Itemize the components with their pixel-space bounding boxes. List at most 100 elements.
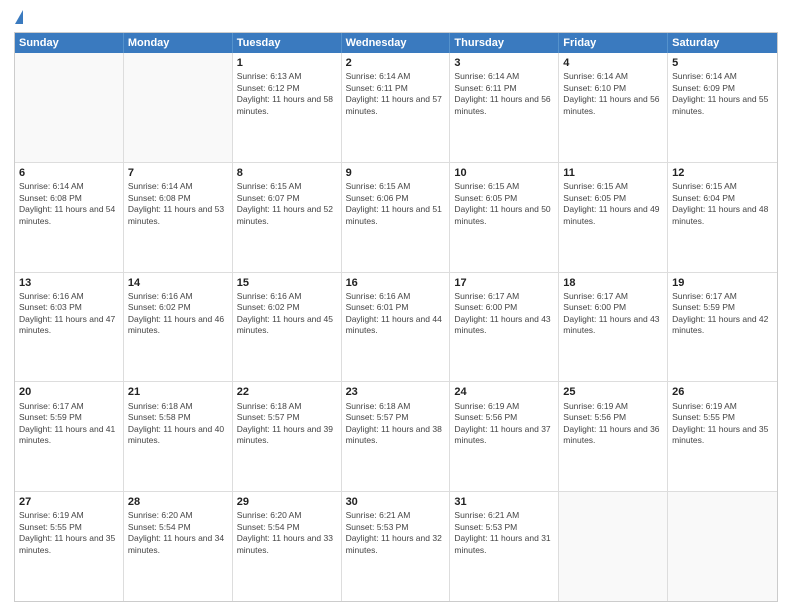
cell-info: Sunrise: 6:14 AM Sunset: 6:10 PM Dayligh… xyxy=(563,71,663,117)
calendar-cell: 16Sunrise: 6:16 AM Sunset: 6:01 PM Dayli… xyxy=(342,273,451,382)
day-number: 11 xyxy=(563,166,663,180)
day-number: 6 xyxy=(19,166,119,180)
calendar-cell: 17Sunrise: 6:17 AM Sunset: 6:00 PM Dayli… xyxy=(450,273,559,382)
calendar-cell: 14Sunrise: 6:16 AM Sunset: 6:02 PM Dayli… xyxy=(124,273,233,382)
day-number: 19 xyxy=(672,276,773,290)
day-number: 24 xyxy=(454,385,554,399)
calendar-week-row: 27Sunrise: 6:19 AM Sunset: 5:55 PM Dayli… xyxy=(15,492,777,601)
cell-info: Sunrise: 6:15 AM Sunset: 6:07 PM Dayligh… xyxy=(237,181,337,227)
calendar-cell: 3Sunrise: 6:14 AM Sunset: 6:11 PM Daylig… xyxy=(450,53,559,162)
calendar-header-cell: Monday xyxy=(124,33,233,53)
calendar-cell: 2Sunrise: 6:14 AM Sunset: 6:11 PM Daylig… xyxy=(342,53,451,162)
calendar-cell: 20 Sunrise: 6:17 AM Sunset: 5:59 PM Dayli… xyxy=(15,382,124,491)
calendar-cell: 24 Sunrise: 6:19 AM Sunset: 5:56 PM Dayli… xyxy=(450,382,559,491)
cell-info: Sunrise: 6:14 AM Sunset: 6:08 PM Dayligh… xyxy=(128,181,228,227)
calendar-cell: 8Sunrise: 6:15 AM Sunset: 6:07 PM Daylig… xyxy=(233,163,342,272)
header xyxy=(14,10,778,26)
calendar-cell: 9Sunrise: 6:15 AM Sunset: 6:06 PM Daylig… xyxy=(342,163,451,272)
calendar-cell: 22 Sunrise: 6:18 AM Sunset: 5:57 PM Dayli… xyxy=(233,382,342,491)
calendar-cell xyxy=(15,53,124,162)
day-number: 29 xyxy=(237,495,337,509)
day-number: 30 xyxy=(346,495,446,509)
cell-info: Sunrise: 6:16 AM Sunset: 6:02 PM Dayligh… xyxy=(237,291,337,337)
cell-info: Sunrise: 6:21 AM Sunset: 5:53 PM Dayligh… xyxy=(346,510,446,556)
cell-info: Sunrise: 6:14 AM Sunset: 6:09 PM Dayligh… xyxy=(672,71,773,117)
calendar-header: SundayMondayTuesdayWednesdayThursdayFrid… xyxy=(15,33,777,53)
calendar-cell xyxy=(124,53,233,162)
calendar-header-cell: Friday xyxy=(559,33,668,53)
cell-info: Sunrise: 6:18 AM Sunset: 5:57 PM Dayligh… xyxy=(237,401,337,447)
calendar-cell: 13Sunrise: 6:16 AM Sunset: 6:03 PM Dayli… xyxy=(15,273,124,382)
cell-info: Sunrise: 6:16 AM Sunset: 6:01 PM Dayligh… xyxy=(346,291,446,337)
cell-info: Sunrise: 6:14 AM Sunset: 6:08 PM Dayligh… xyxy=(19,181,119,227)
cell-info: Sunrise: 6:15 AM Sunset: 6:05 PM Dayligh… xyxy=(563,181,663,227)
logo xyxy=(14,10,23,26)
calendar-week-row: 1Sunrise: 6:13 AM Sunset: 6:12 PM Daylig… xyxy=(15,53,777,163)
calendar-week-row: 6Sunrise: 6:14 AM Sunset: 6:08 PM Daylig… xyxy=(15,163,777,273)
day-number: 3 xyxy=(454,56,554,70)
day-number: 31 xyxy=(454,495,554,509)
calendar-cell: 10Sunrise: 6:15 AM Sunset: 6:05 PM Dayli… xyxy=(450,163,559,272)
cell-info: Sunrise: 6:19 AM Sunset: 5:55 PM Dayligh… xyxy=(672,401,773,447)
day-number: 17 xyxy=(454,276,554,290)
calendar-body: 1Sunrise: 6:13 AM Sunset: 6:12 PM Daylig… xyxy=(15,53,777,601)
day-number: 13 xyxy=(19,276,119,290)
calendar-header-cell: Thursday xyxy=(450,33,559,53)
cell-info: Sunrise: 6:17 AM Sunset: 6:00 PM Dayligh… xyxy=(563,291,663,337)
calendar-cell: 4Sunrise: 6:14 AM Sunset: 6:10 PM Daylig… xyxy=(559,53,668,162)
day-number: 25 xyxy=(563,385,663,399)
day-number: 4 xyxy=(563,56,663,70)
calendar-cell: 28Sunrise: 6:20 AM Sunset: 5:54 PM Dayli… xyxy=(124,492,233,601)
calendar-header-cell: Wednesday xyxy=(342,33,451,53)
page: SundayMondayTuesdayWednesdayThursdayFrid… xyxy=(0,0,792,612)
calendar-cell: 25 Sunrise: 6:19 AM Sunset: 5:56 PM Dayli… xyxy=(559,382,668,491)
cell-info: Sunrise: 6:15 AM Sunset: 6:04 PM Dayligh… xyxy=(672,181,773,227)
calendar-header-cell: Sunday xyxy=(15,33,124,53)
calendar-cell: 11Sunrise: 6:15 AM Sunset: 6:05 PM Dayli… xyxy=(559,163,668,272)
calendar-cell xyxy=(559,492,668,601)
day-number: 22 xyxy=(237,385,337,399)
calendar-cell: 7Sunrise: 6:14 AM Sunset: 6:08 PM Daylig… xyxy=(124,163,233,272)
calendar-cell: 21 Sunrise: 6:18 AM Sunset: 5:58 PM Dayli… xyxy=(124,382,233,491)
calendar-header-cell: Saturday xyxy=(668,33,777,53)
cell-info: Sunrise: 6:13 AM Sunset: 6:12 PM Dayligh… xyxy=(237,71,337,117)
cell-info: Sunrise: 6:15 AM Sunset: 6:06 PM Dayligh… xyxy=(346,181,446,227)
day-number: 2 xyxy=(346,56,446,70)
day-number: 7 xyxy=(128,166,228,180)
day-number: 20 xyxy=(19,385,119,399)
day-number: 9 xyxy=(346,166,446,180)
day-number: 8 xyxy=(237,166,337,180)
cell-info: Sunrise: 6:20 AM Sunset: 5:54 PM Dayligh… xyxy=(237,510,337,556)
cell-info: Sunrise: 6:14 AM Sunset: 6:11 PM Dayligh… xyxy=(346,71,446,117)
cell-info: Sunrise: 6:14 AM Sunset: 6:11 PM Dayligh… xyxy=(454,71,554,117)
day-number: 18 xyxy=(563,276,663,290)
calendar-header-cell: Tuesday xyxy=(233,33,342,53)
cell-info: Sunrise: 6:20 AM Sunset: 5:54 PM Dayligh… xyxy=(128,510,228,556)
cell-info: Sunrise: 6:15 AM Sunset: 6:05 PM Dayligh… xyxy=(454,181,554,227)
cell-info: Sunrise: 6:19 AM Sunset: 5:55 PM Dayligh… xyxy=(19,510,119,556)
cell-info: Sunrise: 6:17 AM Sunset: 5:59 PM Dayligh… xyxy=(19,401,119,447)
cell-info: Sunrise: 6:19 AM Sunset: 5:56 PM Dayligh… xyxy=(563,401,663,447)
calendar-cell: 1Sunrise: 6:13 AM Sunset: 6:12 PM Daylig… xyxy=(233,53,342,162)
calendar-cell: 12Sunrise: 6:15 AM Sunset: 6:04 PM Dayli… xyxy=(668,163,777,272)
calendar-cell: 27Sunrise: 6:19 AM Sunset: 5:55 PM Dayli… xyxy=(15,492,124,601)
calendar-cell: 6Sunrise: 6:14 AM Sunset: 6:08 PM Daylig… xyxy=(15,163,124,272)
day-number: 28 xyxy=(128,495,228,509)
calendar-cell: 23 Sunrise: 6:18 AM Sunset: 5:57 PM Dayli… xyxy=(342,382,451,491)
calendar-cell: 19Sunrise: 6:17 AM Sunset: 5:59 PM Dayli… xyxy=(668,273,777,382)
day-number: 15 xyxy=(237,276,337,290)
day-number: 21 xyxy=(128,385,228,399)
day-number: 12 xyxy=(672,166,773,180)
calendar-cell: 15Sunrise: 6:16 AM Sunset: 6:02 PM Dayli… xyxy=(233,273,342,382)
day-number: 5 xyxy=(672,56,773,70)
day-number: 1 xyxy=(237,56,337,70)
calendar-cell: 30Sunrise: 6:21 AM Sunset: 5:53 PM Dayli… xyxy=(342,492,451,601)
cell-info: Sunrise: 6:19 AM Sunset: 5:56 PM Dayligh… xyxy=(454,401,554,447)
cell-info: Sunrise: 6:18 AM Sunset: 5:57 PM Dayligh… xyxy=(346,401,446,447)
calendar-cell: 5Sunrise: 6:14 AM Sunset: 6:09 PM Daylig… xyxy=(668,53,777,162)
day-number: 10 xyxy=(454,166,554,180)
cell-info: Sunrise: 6:16 AM Sunset: 6:03 PM Dayligh… xyxy=(19,291,119,337)
day-number: 23 xyxy=(346,385,446,399)
calendar-week-row: 20 Sunrise: 6:17 AM Sunset: 5:59 PM Dayli… xyxy=(15,382,777,492)
cell-info: Sunrise: 6:18 AM Sunset: 5:58 PM Dayligh… xyxy=(128,401,228,447)
